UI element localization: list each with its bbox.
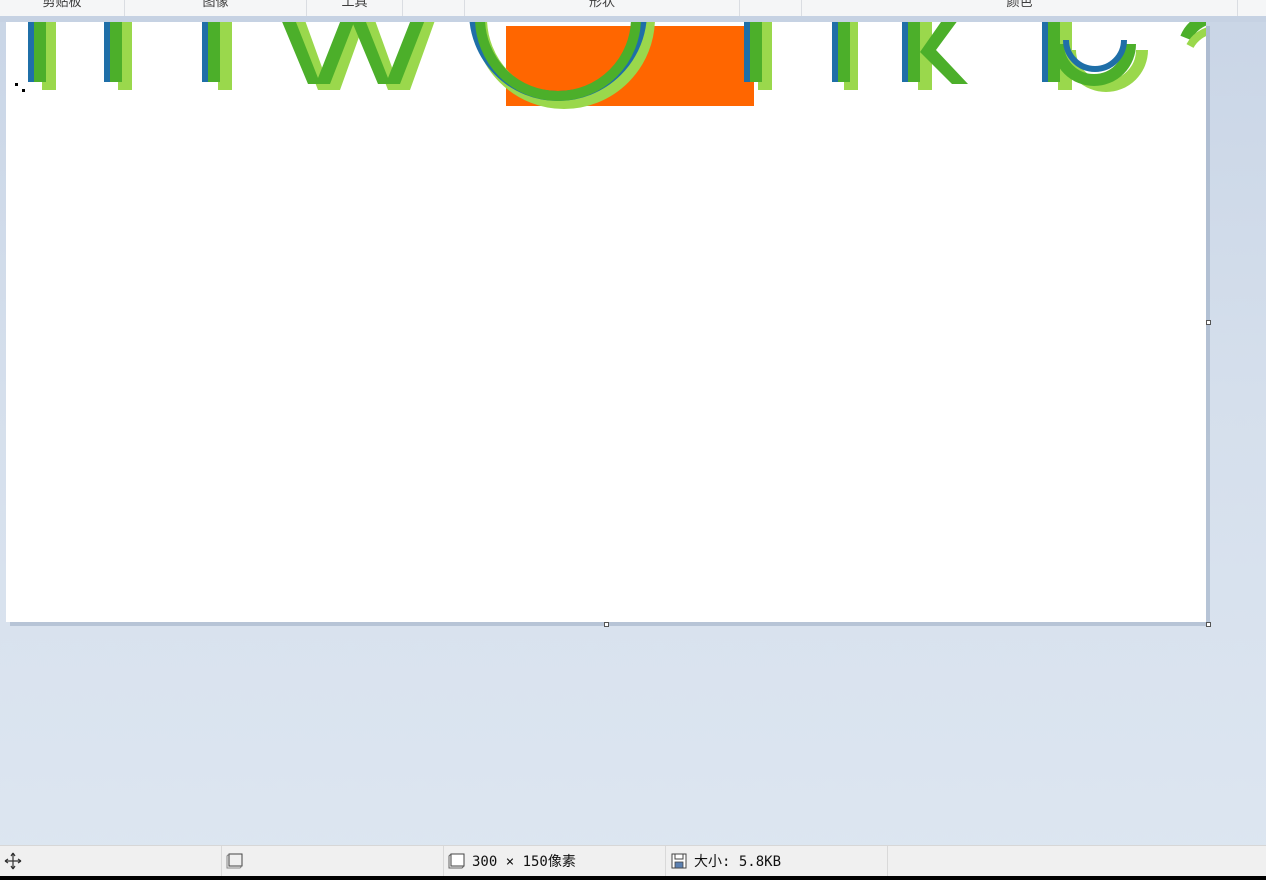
save-disk-icon (670, 852, 688, 870)
status-canvas-dimensions: 300 × 150像素 (444, 846, 666, 876)
move-cross-icon (4, 852, 22, 870)
ribbon-group-image: 图像 (125, 0, 307, 16)
ribbon-group-brushes (403, 0, 465, 16)
ribbon-group-label: 工具 (341, 0, 368, 10)
ribbon-group-label: 剪贴板 (42, 0, 82, 10)
selection-rect-icon (226, 852, 244, 870)
ribbon-group-clipboard: 剪贴板 (0, 0, 125, 16)
drawing-canvas[interactable] (6, 22, 1206, 622)
status-file-size: 大小: 5.8KB (666, 846, 888, 876)
status-cursor-position (0, 846, 222, 876)
resize-handle-corner[interactable] (1206, 622, 1211, 627)
ribbon-group-colors: 颜色 (802, 0, 1238, 16)
pixel-dot (15, 83, 18, 86)
canvas-size-icon (448, 852, 466, 870)
ribbon-group-label: 图像 (202, 0, 229, 10)
ribbon-group-label: 形状 (588, 0, 615, 10)
canvas-dimensions-text: 300 × 150像素 (472, 854, 576, 870)
canvas-image (28, 22, 1206, 109)
ribbon-group-shapes: 形状 (465, 0, 740, 16)
file-size-text: 大小: 5.8KB (694, 854, 782, 870)
ribbon-group-labels: 剪贴板 图像 工具 形状 颜色 (0, 0, 1266, 17)
status-selection-size (222, 846, 444, 876)
status-bar: 300 × 150像素 大小: 5.8KB (0, 845, 1266, 880)
ribbon-group-label: 颜色 (1006, 0, 1033, 10)
resize-handle-right[interactable] (1206, 320, 1211, 325)
status-empty-zoom-area (888, 846, 1266, 876)
taskbar-edge (0, 876, 1266, 880)
ribbon-group-size (740, 0, 802, 16)
resize-handle-bottom[interactable] (604, 622, 609, 627)
ribbon-group-tools: 工具 (307, 0, 403, 16)
pixel-dot (22, 89, 25, 92)
